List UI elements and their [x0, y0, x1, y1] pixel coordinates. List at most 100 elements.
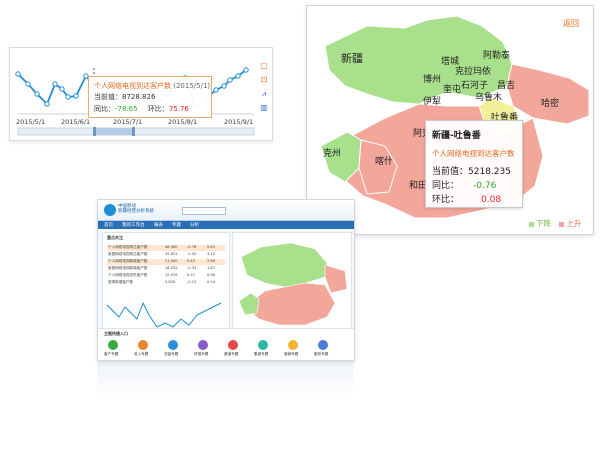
map-tooltip-yoy-value: -0.76: [473, 181, 497, 191]
brand-line-2: 新疆经营分析系统: [118, 209, 154, 214]
tooltip-series-name: 个人网络电视到达客户数: [94, 82, 171, 90]
map-tooltip-mom-label: 环比：: [432, 195, 460, 205]
tooltip-current-value: 8728.826: [122, 93, 156, 101]
series-point[interactable]: [221, 83, 227, 89]
line-tooltip: 个人网络电视到达客户数 (2015/5/1) 当前值：8728.826 同比：-…: [88, 76, 212, 118]
dashboard-thumbnail: 中国移动 新疆经营分析系统 首页 我的工作台 报表 专题 分析 重点关注 个人网…: [97, 199, 355, 361]
nav-report[interactable]: 报表: [154, 222, 163, 228]
shortcut-icon-terminal[interactable]: [198, 340, 208, 350]
table-row[interactable]: 宽带新增客户数 9,820 -0.12 0.54: [107, 280, 225, 286]
mini-map: [238, 242, 348, 326]
shortcut-icon-channel[interactable]: [228, 340, 238, 350]
series-point[interactable]: [213, 87, 219, 93]
tooltip-yoy-value: -78.65: [115, 105, 138, 113]
shortcut-label[interactable]: 终端专题: [194, 352, 208, 357]
map-tooltip-current-value: 5218.235: [468, 167, 511, 177]
shortcut-icon-customer[interactable]: [108, 340, 118, 350]
table-row[interactable]: 个人网络电视流失客户数 12,019 0.21 0.98: [107, 273, 225, 279]
series-point[interactable]: [227, 77, 233, 83]
region-label-shihezi: 石河子: [461, 79, 488, 91]
shortcut-label[interactable]: 收入专题: [134, 352, 148, 357]
series-point[interactable]: [65, 94, 71, 100]
shortcut-icon-traffic[interactable]: [168, 340, 178, 350]
x-label-2: 2015/6/1: [61, 118, 90, 126]
tooltip-yoy-label: 同比：: [94, 105, 115, 113]
shortcut-label[interactable]: 集团专题: [254, 352, 268, 357]
restore-icon[interactable]: ▢: [260, 62, 268, 70]
series-point[interactable]: [243, 67, 249, 73]
shortcut-icon-service[interactable]: [318, 340, 328, 350]
dashboard-nav: 首页 我的工作台 报表 专题 分析: [98, 221, 354, 229]
series-point[interactable]: [59, 86, 65, 92]
tooltip-current-label: 当前值：: [94, 93, 122, 101]
x-label-1: 2015/5/1: [16, 118, 45, 126]
region-label-aletai: 阿勒泰: [483, 49, 510, 61]
region-label-yili: 伊犁: [423, 95, 441, 107]
map-tooltip-subtitle: 个人网络电视到达客户数: [432, 149, 515, 158]
series-point[interactable]: [34, 91, 40, 97]
series-point[interactable]: [73, 93, 79, 99]
shortcut-label[interactable]: 营销专题: [284, 352, 298, 357]
mini-line-chart: [106, 301, 222, 328]
series-point[interactable]: [25, 81, 31, 87]
line-chart-icon[interactable]: ⩘: [260, 90, 268, 98]
dashboard-search-input[interactable]: [182, 207, 226, 215]
zoom-handle-left[interactable]: [93, 127, 96, 136]
nav-analysis[interactable]: 分析: [190, 222, 199, 228]
region-label-xinjiang: 新疆: [341, 51, 363, 65]
table-row[interactable]: 个人网络电视到达客户数 46,360 -0.76 5.83: [107, 245, 225, 251]
table-row[interactable]: 家庭网络电视新增客户数 18,932 -0.33 1.87: [107, 266, 225, 272]
dashboard-reflection: [97, 360, 353, 398]
map-tooltip-yoy-label: 同比：: [432, 181, 460, 191]
region-hami[interactable]: [506, 63, 590, 125]
table-row[interactable]: 个人网络电视新增客户数 21,440 0.45 2.60: [107, 259, 225, 265]
table-row[interactable]: 家庭网络电视到达客户数 35,821 -1.02 3.12: [107, 252, 225, 258]
shortcut-label[interactable]: 渠道专题: [224, 352, 238, 357]
zoom-handle-right[interactable]: [132, 127, 135, 136]
region-label-kezhou: 克州: [323, 148, 341, 159]
region-label-kuitun: 奎屯: [443, 83, 461, 95]
series-point[interactable]: [235, 73, 241, 79]
shortcut-icon-group[interactable]: [258, 340, 268, 350]
bar-chart-icon[interactable]: ▥: [260, 104, 268, 112]
region-label-bozhou: 博州: [423, 73, 441, 85]
map-tooltip: 新疆-吐鲁番 个人网络电视到达客户数 当前值：5218.235 同比： -0.76…: [425, 120, 523, 208]
china-mobile-logo-icon: [104, 204, 116, 216]
series-point[interactable]: [15, 71, 21, 77]
shortcut-label[interactable]: 客户专题: [104, 352, 118, 357]
panel-title: 重点关注: [107, 235, 123, 240]
region-label-kashgar: 喀什: [375, 155, 393, 167]
legend-label-down[interactable]: 下降: [536, 219, 551, 228]
zoom-slider-track[interactable]: [17, 127, 255, 136]
legend-label-up[interactable]: 上升: [566, 219, 581, 228]
tooltip-mom-value: 75.76: [168, 105, 189, 113]
back-link[interactable]: 返回: [563, 18, 579, 29]
map-tooltip-title: 新疆-吐鲁番: [432, 131, 481, 141]
shortcut-icon-marketing[interactable]: [288, 340, 298, 350]
nav-workbench[interactable]: 我的工作台: [122, 222, 145, 228]
shortcut-icon-income[interactable]: [138, 340, 148, 350]
x-label-4: 2015/8/1: [168, 118, 197, 126]
map-tooltip-current-label: 当前值：: [432, 167, 469, 177]
map-tooltip-mom-value: 0.08: [481, 195, 502, 205]
x-label-5: 2015/9/1: [224, 118, 253, 126]
series-point[interactable]: [52, 81, 58, 87]
x-label-3: 2015/7/1: [113, 118, 142, 126]
zoom-slider-window[interactable]: [94, 128, 134, 135]
shortcut-label[interactable]: 服务专题: [314, 352, 328, 357]
nav-home[interactable]: 首页: [104, 222, 113, 228]
dashboard-shortcuts: 主题快捷入口 客户专题 收入专题 流量专题 终端专题 渠道专题 集团专题 营销专…: [98, 328, 354, 360]
region-label-urumqi: 乌鲁木: [475, 91, 502, 103]
series-point[interactable]: [44, 101, 50, 107]
shortcut-label[interactable]: 流量专题: [164, 352, 178, 357]
tooltip-date: (2015/5/1): [173, 82, 211, 90]
save-icon[interactable]: ⊡: [260, 76, 268, 84]
region-label-hami: 哈密: [541, 97, 559, 109]
legend-swatch-down: [529, 221, 534, 227]
shortcuts-title: 主题快捷入口: [104, 331, 128, 336]
tooltip-mom-label: 环比：: [147, 105, 169, 113]
nav-topic[interactable]: 专题: [172, 222, 181, 228]
region-label-tacheng: 塔城: [441, 55, 459, 67]
legend-swatch-up: [559, 221, 565, 227]
dashboard-header: 中国移动 新疆经营分析系统: [98, 200, 354, 221]
